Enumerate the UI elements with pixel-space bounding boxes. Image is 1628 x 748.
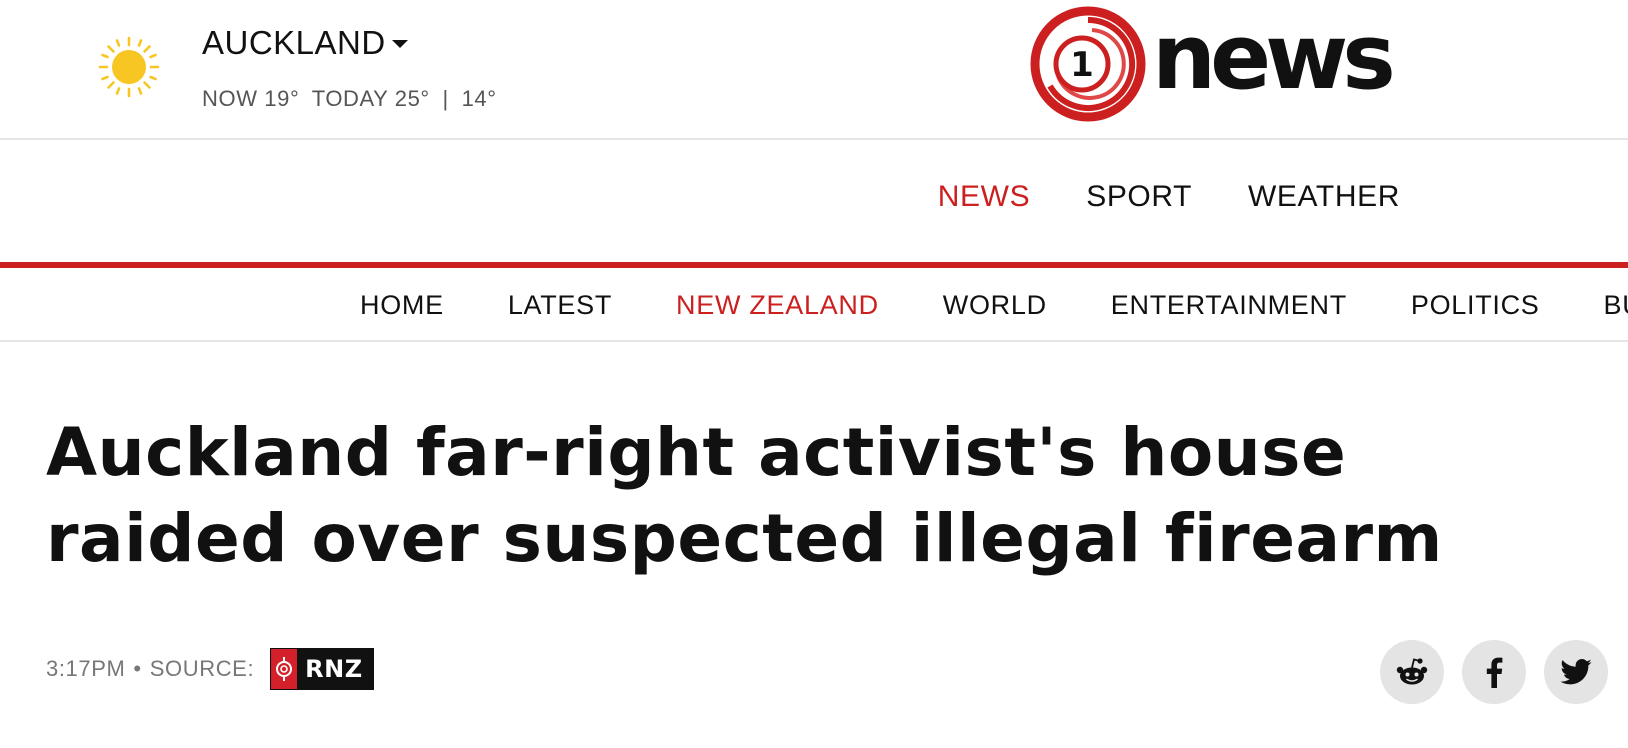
weather-summary: NOW 19° TODAY 25° | 14° (202, 86, 503, 112)
section-sport-link[interactable]: SPORT (1086, 180, 1192, 214)
rnz-mark-icon (271, 649, 298, 689)
category-home-link[interactable]: HOME (360, 290, 444, 321)
location-label: AUCKLAND (202, 24, 386, 61)
meta-separator: • (133, 656, 142, 681)
weather-today: TODAY 25° (311, 86, 430, 111)
section-nav: NEWS SPORT WEATHER (938, 180, 1400, 214)
logo-numeral: 1 (1070, 45, 1094, 85)
category-business-link[interactable]: BUSIN (1604, 290, 1628, 321)
facebook-share-button[interactable] (1462, 640, 1526, 704)
site-logo[interactable]: 1 news (1030, 5, 1396, 122)
category-world-link[interactable]: WORLD (943, 290, 1047, 321)
reddit-share-button[interactable] (1380, 640, 1444, 704)
reddit-icon (1396, 658, 1428, 685)
weather-now: NOW 19° (202, 86, 300, 111)
logo-ring-icon: 1 (1030, 6, 1146, 122)
category-latest-link[interactable]: LATEST (508, 290, 612, 321)
source-label: SOURCE: (149, 656, 255, 681)
logo-wordmark: news (1152, 5, 1396, 110)
section-weather-link[interactable]: WEATHER (1248, 180, 1400, 214)
section-news-link[interactable]: NEWS (938, 180, 1030, 214)
article-meta: 3:17PM • SOURCE: RNZ (46, 648, 374, 690)
caret-down-icon (391, 40, 408, 48)
weather-divider: | (442, 86, 449, 111)
category-new-zealand-link[interactable]: NEW ZEALAND (676, 290, 879, 321)
category-nav: HOME LATEST NEW ZEALAND WORLD ENTERTAINM… (0, 268, 1628, 342)
facebook-icon (1486, 657, 1503, 688)
category-entertainment-link[interactable]: ENTERTAINMENT (1111, 290, 1347, 321)
share-buttons (1380, 640, 1608, 704)
sun-icon (98, 36, 160, 98)
source-name: RNZ (297, 649, 373, 689)
source-badge[interactable]: RNZ (270, 648, 374, 690)
twitter-icon (1560, 659, 1592, 685)
weather-low: 14° (461, 86, 497, 111)
publish-time: 3:17PM (46, 656, 126, 681)
category-politics-link[interactable]: POLITICS (1411, 290, 1540, 321)
location-selector[interactable]: AUCKLAND (202, 24, 408, 62)
twitter-share-button[interactable] (1544, 640, 1608, 704)
article-headline: Auckland far-right activist's house raid… (46, 414, 1443, 577)
top-bar: AUCKLAND NOW 19° TODAY 25° | 14° 1 news (0, 0, 1628, 140)
